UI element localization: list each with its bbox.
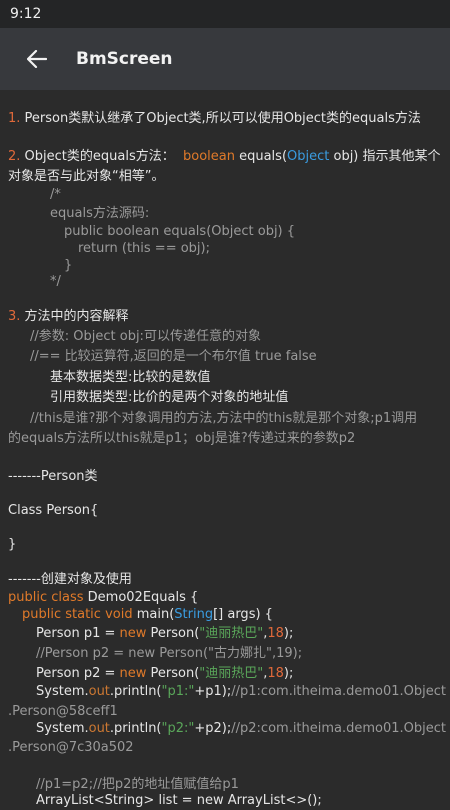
code-text: +p1); <box>194 684 232 699</box>
point-2: 2. Object类的equals方法： boolean equals(Obje… <box>8 148 441 166</box>
code-text: main( <box>132 607 175 622</box>
code-comment: public boolean equals(Object obj) { <box>64 224 296 239</box>
section-heading: -------创建对象及使用 <box>8 572 132 587</box>
point-text: 方法中的内容解释 <box>20 309 129 324</box>
code-text: Person p1 = <box>36 626 120 641</box>
code-keyword: public static void <box>22 607 133 622</box>
point-1: 1. Person类默认继承了Object类,所以可以使用Object类的equ… <box>8 110 421 128</box>
code-text: Person p2 = <box>36 666 120 681</box>
code-comment: //== 比较运算符,返回的是一个布尔值 true false <box>30 349 317 364</box>
code-line: Person p1 = new Person("迪丽热巴",18); <box>36 625 293 643</box>
point-text: obj) 指示其他某个 <box>329 149 441 164</box>
code-text: .println( <box>109 721 162 736</box>
code-text: .println( <box>109 684 162 699</box>
code-comment: //Person p2 = new Person("古力娜扎",19); <box>36 646 303 661</box>
section-heading: -------Person类 <box>8 469 98 484</box>
code-text: [] args) { <box>213 607 273 622</box>
code-comment: return (this == obj); <box>78 241 210 256</box>
code-keyword: new <box>119 666 147 681</box>
point-text: Person类默认继承了Object类,所以可以使用Object类的equals… <box>20 111 421 126</box>
point-number: 2. <box>8 149 21 164</box>
point-3: 3. 方法中的内容解释 <box>8 308 129 326</box>
status-time: 9:12 <box>10 6 42 22</box>
code-text: ); <box>283 626 294 641</box>
code-comment: //p1:com.itheima.demo01.Object <box>231 684 447 699</box>
code-comment: .Person@58ceff1 <box>8 704 118 719</box>
code-comment: //参数: Object obj:可以传递任意的对象 <box>30 329 261 344</box>
code-string: "迪丽热巴" <box>199 666 264 681</box>
code-comment: .Person@7c30a502 <box>8 740 134 755</box>
code-text: ); <box>283 666 294 681</box>
status-bar: 9:12 <box>0 0 450 28</box>
code-keyword: new <box>119 626 147 641</box>
point-2-continued: 对象是否与此对象“相等”。 <box>8 169 165 184</box>
code-number: 18 <box>267 666 284 681</box>
code-text: System. <box>36 684 89 699</box>
code-keyword: public class <box>8 590 84 605</box>
code-line: Person p2 = new Person("迪丽热巴",18); <box>36 665 293 683</box>
code-line: ArrayList<String> list = new ArrayList<>… <box>36 793 322 808</box>
code-type: String <box>174 607 214 622</box>
code-comment: equals方法源码: <box>50 206 150 221</box>
code-line: System.out.println("p1:"+p1);//p1:com.it… <box>36 683 446 701</box>
code-field: out <box>88 721 110 736</box>
code-type: Object <box>287 149 330 164</box>
point-text: Object类的equals方法： <box>20 149 175 164</box>
code-string: "迪丽热巴" <box>199 626 264 641</box>
code-comment: 的equals方法所以this就是p1；obj是谁?传递过来的参数p2 <box>8 431 356 446</box>
code-text: Person( <box>146 626 200 641</box>
code-string: "p2:" <box>161 721 195 736</box>
arrow-left-icon <box>27 50 47 68</box>
code-comment: //this是谁?那个对象调用的方法,方法中的this就是那个对象;p1调用 <box>30 411 418 426</box>
code-keyword: boolean <box>182 149 235 164</box>
point-number: 3. <box>8 309 21 324</box>
explanation-text: 基本数据类型:比较的是数值 <box>50 370 211 385</box>
code-line: System.out.println("p2:"+p2);//p2:com.it… <box>36 720 446 738</box>
code-comment: } <box>64 258 73 273</box>
app-title: BmScreen <box>76 49 173 69</box>
code-line: public class Demo02Equals { <box>8 589 198 607</box>
code-comment: //p2:com.itheima.demo01.Object <box>231 721 447 736</box>
explanation-text: 引用数据类型:比价的是两个对象的地址值 <box>50 390 289 405</box>
code-line: Class Person{ <box>8 503 99 518</box>
back-button[interactable] <box>17 39 57 79</box>
code-comment: /* <box>50 187 61 202</box>
point-text: equals( <box>234 149 288 164</box>
point-number: 1. <box>8 111 21 126</box>
code-number: 18 <box>267 626 284 641</box>
code-line: public static void main(String[] args) { <box>22 606 273 624</box>
code-line: } <box>8 537 17 552</box>
code-comment: */ <box>50 274 61 289</box>
code-field: out <box>88 684 110 699</box>
app-bar: BmScreen <box>0 28 450 90</box>
code-text: System. <box>36 721 89 736</box>
code-text: +p2); <box>194 721 232 736</box>
code-string: "p1:" <box>161 684 195 699</box>
code-text: Demo02Equals { <box>83 590 199 605</box>
code-text: Person( <box>146 666 200 681</box>
